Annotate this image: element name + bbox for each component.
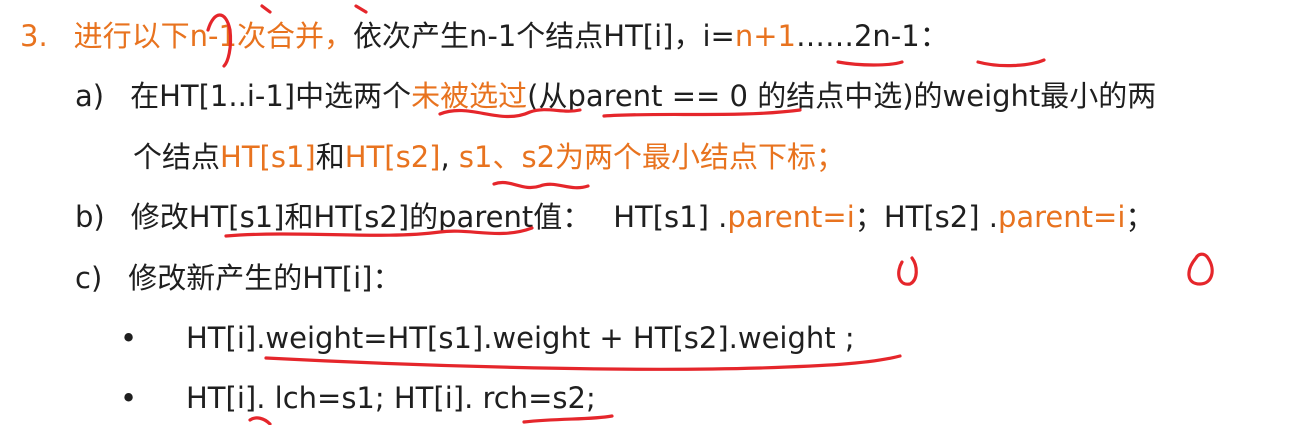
annotation-squiggle — [492, 181, 590, 190]
step-a-node-s2: HT[s2] — [344, 140, 441, 174]
step-b-assign2-prefix: HT[s2] . — [883, 200, 998, 234]
step-b-assign1-prefix: HT[s1] . — [613, 200, 728, 234]
step-c-line: c) 修改新产生的HT[i]： — [75, 258, 401, 298]
step-c-label: c) — [75, 261, 103, 295]
step-a-label: a) — [75, 79, 105, 113]
step-a-part2: (从parent == 0 的结点中选)的weight最小的两 — [527, 79, 1157, 113]
step-a-line: a) 在HT[1..i-1]中选两个未被选过(从parent == 0 的结点中选… — [75, 76, 1156, 116]
step-b-label: b) — [75, 200, 105, 234]
bullet-symbol: • — [120, 381, 138, 415]
step-a-part1: 在HT[1..i-1]中选两个 — [130, 79, 412, 113]
step-a-continuation-line: 个结点HT[s1]和HT[s2], s1、s2为两个最小结点下标； — [133, 137, 845, 177]
step-a-cont-highlight: s1、s2为两个最小结点下标； — [458, 140, 846, 174]
annotation-tick — [354, 4, 368, 14]
step-b-text: 修改HT[s1]和HT[s2]的parent值： — [130, 200, 592, 234]
step-3-range-end: ……2n-1： — [795, 19, 949, 53]
annotation-circle — [1187, 252, 1214, 286]
annotation-tick — [260, 4, 272, 14]
step-a-node-s1: HT[s1] — [220, 140, 316, 174]
step-b-line: b) 修改HT[s1]和HT[s2]的parent值： HT[s1] .parent… — [75, 197, 1154, 237]
step-a-and: 和 — [315, 140, 345, 174]
step-c-text: 修改新产生的HT[i]： — [128, 261, 402, 295]
annotation-underline — [976, 58, 1046, 68]
step-b-end: ； — [1125, 200, 1155, 234]
step-a-cont-prefix: 个结点 — [133, 140, 221, 174]
bullet-item: • HT[i]. lch=s1; HT[i]. rch=s2; — [120, 378, 596, 418]
annotation-underline — [248, 416, 272, 425]
step-a-highlight: 未被选过 — [411, 79, 528, 113]
bullet-item: • HT[i].weight=HT[s1].weight + HT[s2].wei… — [120, 318, 855, 358]
step-b-assign2-value: parent=i — [997, 200, 1126, 234]
step-3-line: 3. 进行以下n-1次合并，依次产生n-1个结点HT[i]，i=n+1……2n-1… — [20, 16, 949, 56]
step-b-assign1-value: parent=i — [727, 200, 855, 234]
bullet-symbol: • — [120, 321, 138, 355]
step-b-sep: ； — [854, 200, 884, 234]
step-3-range-start: n+1 — [734, 19, 796, 53]
step-3-rest-text: 依次产生n-1个结点HT[i]，i= — [352, 19, 735, 53]
step-3-number: 3. — [20, 19, 48, 53]
annotation-underline — [836, 60, 904, 67]
bullet-text: HT[i].weight=HT[s1].weight + HT[s2].weig… — [186, 321, 855, 355]
step-a-comma: , — [440, 140, 459, 174]
step-3-orange-text: 进行以下n-1次合并， — [73, 19, 353, 53]
bullet-text: HT[i]. lch=s1; HT[i]. rch=s2; — [186, 381, 596, 415]
annotation-circle — [897, 256, 918, 286]
